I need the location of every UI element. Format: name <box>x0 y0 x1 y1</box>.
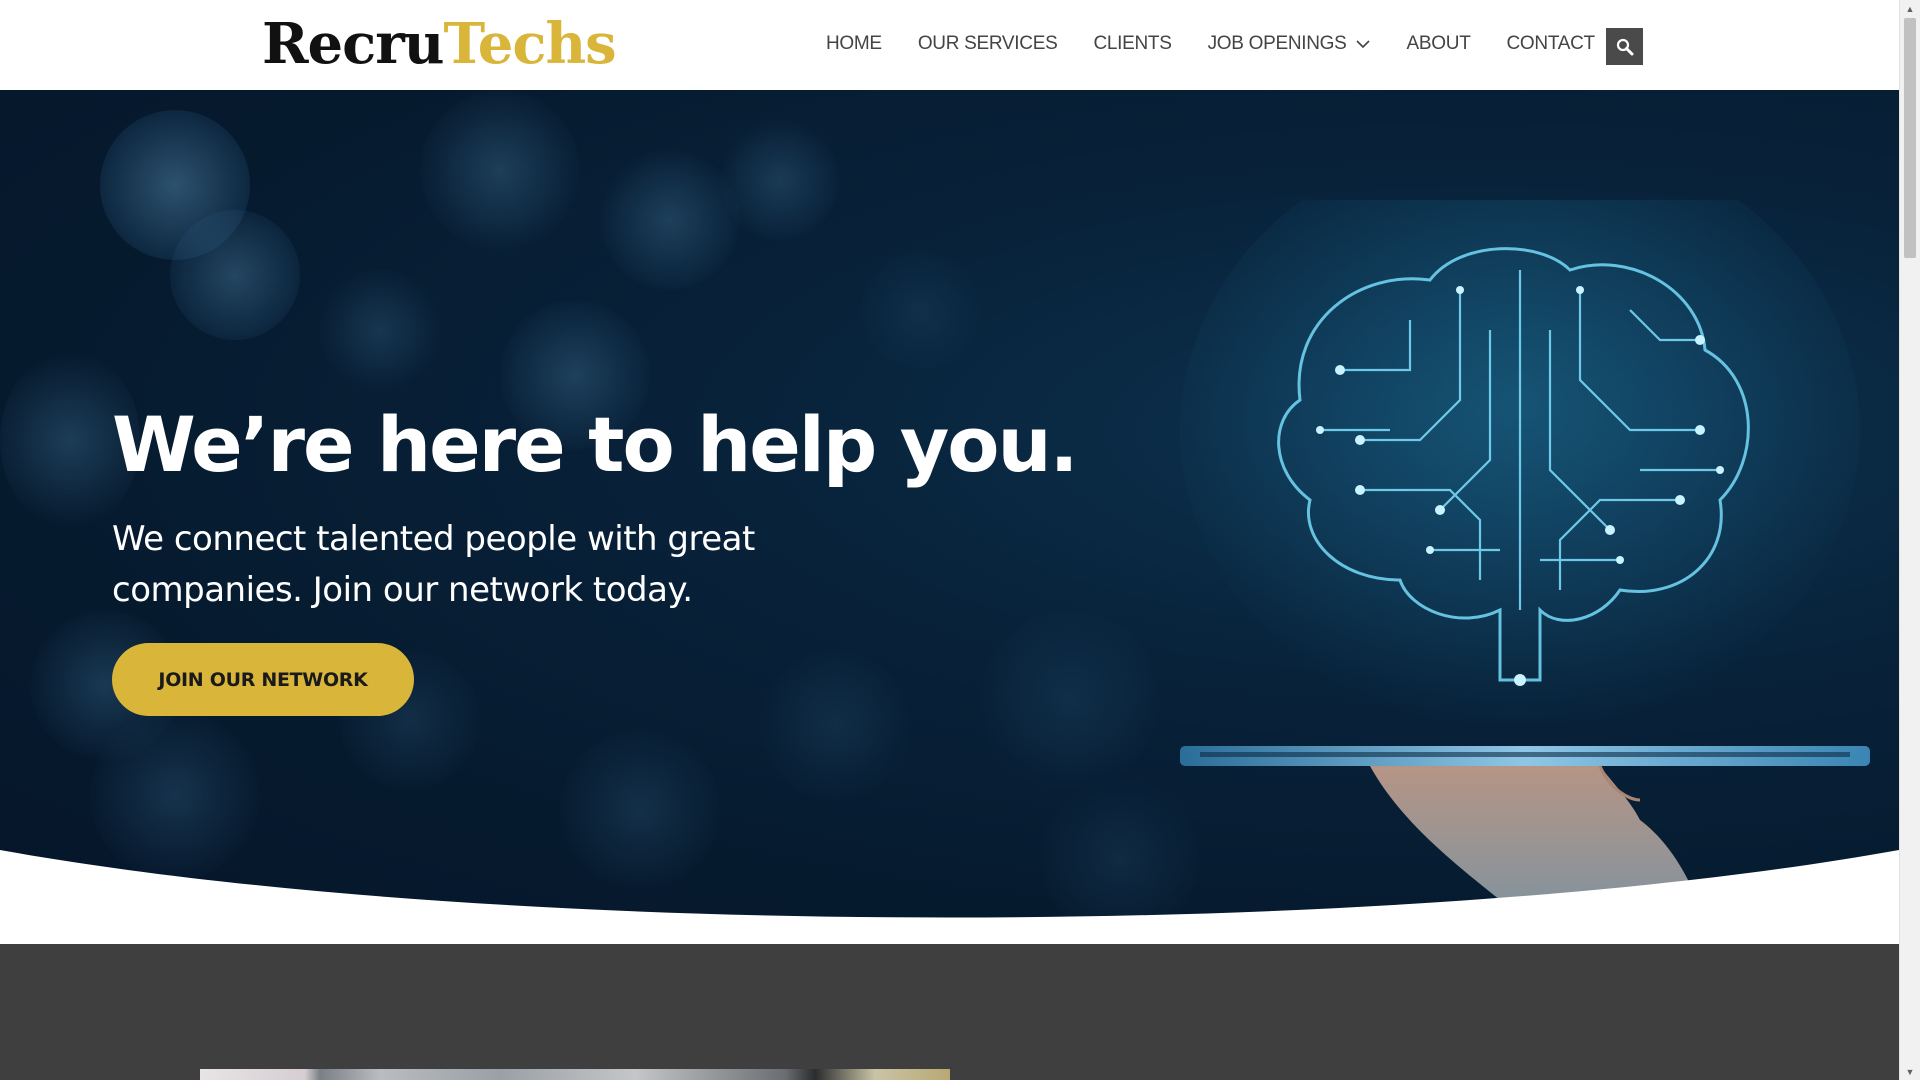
scroll-down-arrow-icon[interactable]: ▼ <box>1900 1063 1920 1080</box>
nav-home[interactable]: HOME <box>808 24 900 64</box>
chevron-down-icon <box>1355 40 1370 49</box>
nav-clients[interactable]: CLIENTS <box>1075 24 1189 64</box>
section-image <box>200 1069 950 1080</box>
brand-logo-part-2: Techs <box>443 11 616 77</box>
main-nav: HOME OUR SERVICES CLIENTS JOB OPENINGS A… <box>808 24 1613 64</box>
site-header: RecruTechs HOME OUR SERVICES CLIENTS JOB… <box>0 0 1899 90</box>
content-section-dark <box>0 944 1899 1080</box>
brand-logo-part-1: Recru <box>262 11 444 77</box>
page-scrollbar[interactable]: ▲ ▼ <box>1899 0 1920 1080</box>
circuit-brain-illustration <box>1180 200 1870 945</box>
hero-curve-divider <box>0 850 1899 945</box>
nav-job-openings-label: JOB OPENINGS <box>1207 33 1347 54</box>
join-our-network-button[interactable]: JOIN OUR NETWORK <box>112 643 414 716</box>
nav-job-openings[interactable]: JOB OPENINGS <box>1190 24 1389 64</box>
scroll-up-arrow-icon[interactable]: ▲ <box>1900 0 1920 17</box>
hero-section: We’re here to help you. We connect talen… <box>0 90 1899 945</box>
scroll-thumb[interactable] <box>1904 18 1916 258</box>
search-button[interactable] <box>1606 28 1643 65</box>
nav-about[interactable]: ABOUT <box>1389 24 1489 64</box>
brand-logo[interactable]: RecruTechs <box>262 11 617 77</box>
hero-subtitle: We connect talented people with great co… <box>112 519 755 610</box>
hero-title: We’re here to help you. <box>112 400 1078 489</box>
search-icon <box>1616 38 1633 55</box>
nav-our-services[interactable]: OUR SERVICES <box>900 24 1076 64</box>
nav-contact[interactable]: CONTACT <box>1489 24 1613 64</box>
